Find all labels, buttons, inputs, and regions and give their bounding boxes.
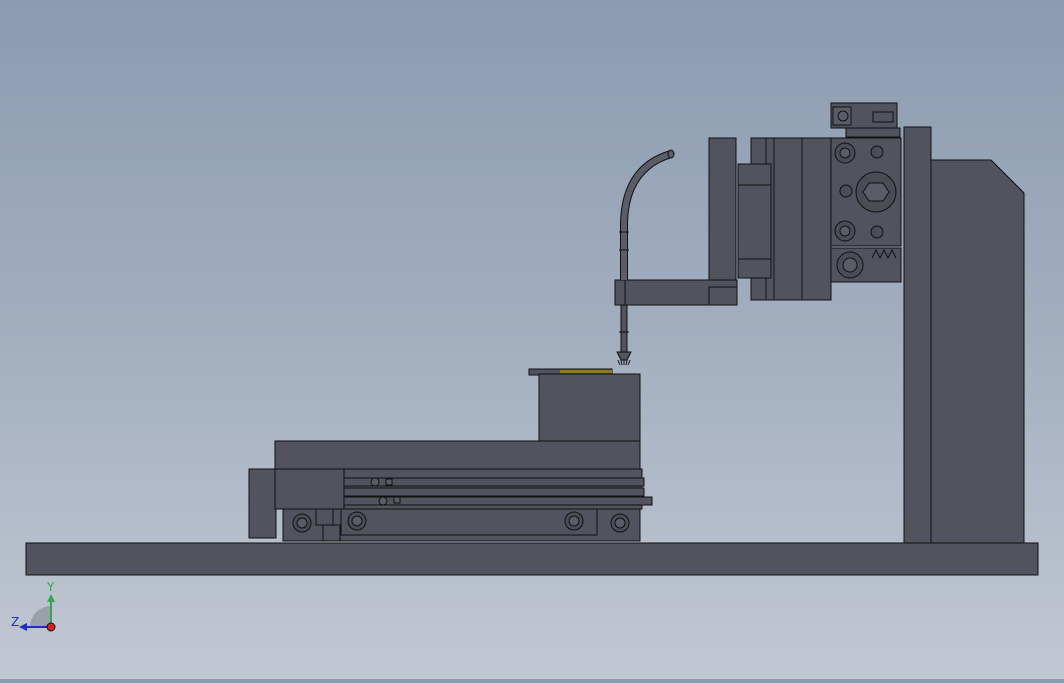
base-screw-1-inner [296,517,308,529]
hose-curve [620,150,673,280]
base-plate [25,542,1039,576]
screw-bottom-left-inner [839,225,851,237]
stage-rail-3 [343,496,653,506]
axis-triad [19,594,56,632]
screw-mid-left [839,184,853,198]
top-clip-base [845,127,901,138]
rail-screw-1 [370,477,380,487]
stage-rail-2 [343,487,645,497]
triad-z-arrow [19,623,27,631]
nut-block [830,247,902,283]
pcb-strip [560,370,612,373]
column-front-plate [903,126,932,544]
horizontal-arm [614,279,738,306]
rail-screw-2 [378,496,388,506]
triad-y-label: Y [47,580,55,594]
nut-inner [842,257,858,273]
top-clip [830,102,901,138]
arm-tip-block [614,279,626,306]
dispense-hose [616,149,675,366]
mounting-block [830,137,902,247]
assembly-drawing [19,102,1039,632]
stage-top-plate [274,440,641,470]
hose-curve-fill [621,151,672,280]
arm-end-cap [708,286,738,306]
nozzle-brush [617,359,631,366]
slide-carriage-inner [737,184,772,260]
triad-y-arrow [47,594,55,602]
rail-mark-1 [385,478,393,486]
base-screw-2-inner [351,515,363,527]
stage-motor-housing [248,468,277,539]
stage-carriage [274,468,346,510]
nozzle-tip [616,351,632,361]
hose-end [667,149,675,159]
xy-stage [248,440,653,542]
triad-z-label: Z [11,615,20,629]
screw-top-left-inner [839,147,851,159]
column-body [930,159,1025,544]
workpiece [528,368,641,442]
nozzle-stem [620,304,628,353]
screw-bottom-right [870,225,884,239]
base-screw-3-inner [568,515,580,527]
slide-plate-face [773,137,803,301]
triad-x-axis [46,622,56,632]
upright-column [903,126,1025,544]
hex-socket [862,182,890,202]
base-clamp [315,508,334,526]
cad-viewport[interactable]: Y Z [0,0,1064,679]
top-clip-slot [872,111,894,123]
rail-mark-2 [393,496,401,504]
base-screw-4-inner [614,517,626,529]
stage-base-inner [340,508,598,536]
top-clip-screw [837,110,849,122]
screw-top-right [870,145,884,159]
fixture-block [538,373,641,442]
base-clamp-foot [322,524,341,542]
